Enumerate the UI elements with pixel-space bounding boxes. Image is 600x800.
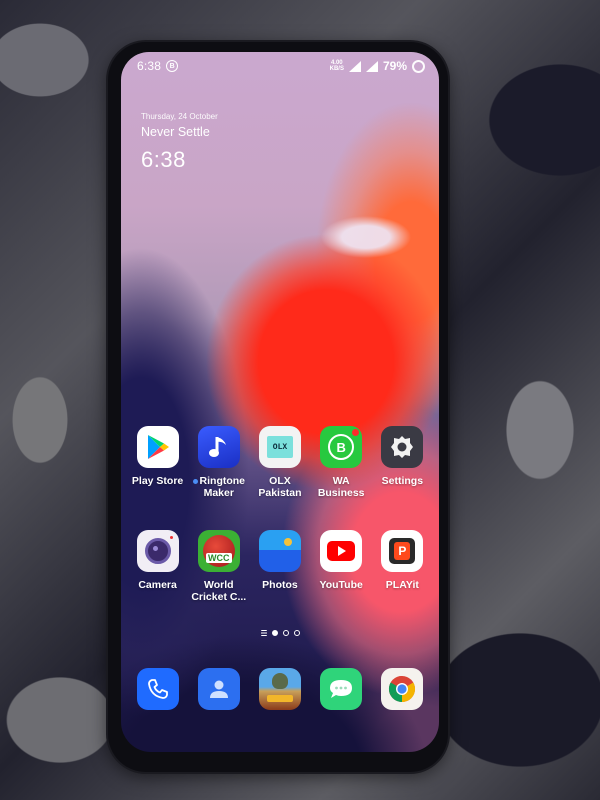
app-label: OLX Pakistan <box>258 475 302 499</box>
motto-text: Never Settle <box>141 125 210 139</box>
home-screen: 6:38 B 4.00 KB/S 79% Thursday, 24 Octobe… <box>121 52 439 752</box>
page-dot-3[interactable] <box>293 630 300 636</box>
app-photos[interactable]: Photos <box>250 530 310 603</box>
battery-percent: 79% <box>382 59 407 73</box>
app-row-1: Play Store Ringtone Maker OLX OLX Pakistan <box>121 426 439 499</box>
messages-icon <box>320 668 363 710</box>
app-playit[interactable]: P PLAYit <box>372 530 432 603</box>
app-label: Play Store <box>131 475 184 487</box>
playit-icon: P <box>381 530 424 572</box>
play-store-icon <box>136 426 179 468</box>
dock-contacts[interactable] <box>189 668 249 710</box>
app-ringtone-maker[interactable]: Ringtone Maker <box>189 426 249 499</box>
app-label: WA Business <box>317 475 365 499</box>
app-label: YouTube <box>319 579 363 591</box>
clock-text: 6:38 <box>141 147 186 172</box>
dock-chrome[interactable] <box>372 668 432 710</box>
notification-badge <box>352 429 360 436</box>
app-settings[interactable]: Settings <box>372 426 432 499</box>
olx-icon: OLX <box>258 426 301 468</box>
app-label: World Cricket C... <box>191 579 247 603</box>
phone-icon <box>136 668 179 710</box>
page-indicator-menu-icon[interactable] <box>260 630 267 636</box>
app-label: Camera <box>138 579 177 591</box>
app-label: Photos <box>262 579 298 591</box>
music-note-icon <box>197 426 240 468</box>
gear-icon <box>381 426 424 468</box>
contacts-icon <box>197 668 240 710</box>
app-label: Ringtone Maker <box>192 475 245 499</box>
net-speed-unit: KB/S <box>329 66 344 72</box>
network-speed: 4.00 KB/S <box>330 60 344 72</box>
signal-4g-icon <box>348 60 361 72</box>
chrome-icon <box>381 668 424 710</box>
status-bar: 6:38 B 4.00 KB/S 79% <box>121 52 439 80</box>
signal-strength-icon <box>365 60 378 72</box>
page-dot-2[interactable] <box>282 630 289 636</box>
app-wa-business[interactable]: B WA Business <box>311 426 371 499</box>
wa-b-glyph: B <box>328 434 355 460</box>
youtube-icon <box>320 530 363 572</box>
status-time: 6:38 <box>137 59 162 73</box>
new-app-dot <box>192 478 198 484</box>
dock-pubg[interactable] <box>250 668 310 710</box>
whatsapp-business-icon: B <box>320 426 363 468</box>
app-camera[interactable]: Camera <box>128 530 188 603</box>
camera-icon <box>136 530 179 572</box>
app-row-2: Camera WCC World Cricket C... Photos You… <box>121 530 439 603</box>
app-label: PLAYit <box>385 579 419 591</box>
page-indicator[interactable] <box>121 630 439 636</box>
app-world-cricket-championship[interactable]: WCC World Cricket C... <box>189 530 249 603</box>
dock <box>121 668 439 710</box>
app-olx-pakistan[interactable]: OLX OLX Pakistan <box>250 426 310 499</box>
wcc-icon: WCC <box>197 530 240 572</box>
dock-messages[interactable] <box>311 668 371 710</box>
whatsapp-business-notification-icon: B <box>166 60 179 72</box>
app-youtube[interactable]: YouTube <box>311 530 371 603</box>
pubg-icon <box>258 668 301 710</box>
date-widget[interactable]: Thursday, 24 October Never Settle 6:38 <box>141 112 218 173</box>
page-dot-1[interactable] <box>271 630 278 636</box>
app-play-store[interactable]: Play Store <box>128 426 188 499</box>
photos-icon <box>258 530 301 572</box>
date-text: Thursday, 24 October <box>141 112 218 121</box>
app-label: Settings <box>381 475 424 487</box>
olx-logo: OLX <box>266 436 293 458</box>
wcc-logo: WCC <box>206 553 232 563</box>
dock-phone[interactable] <box>128 668 188 710</box>
battery-icon <box>412 59 425 73</box>
playit-logo: P <box>394 542 411 560</box>
